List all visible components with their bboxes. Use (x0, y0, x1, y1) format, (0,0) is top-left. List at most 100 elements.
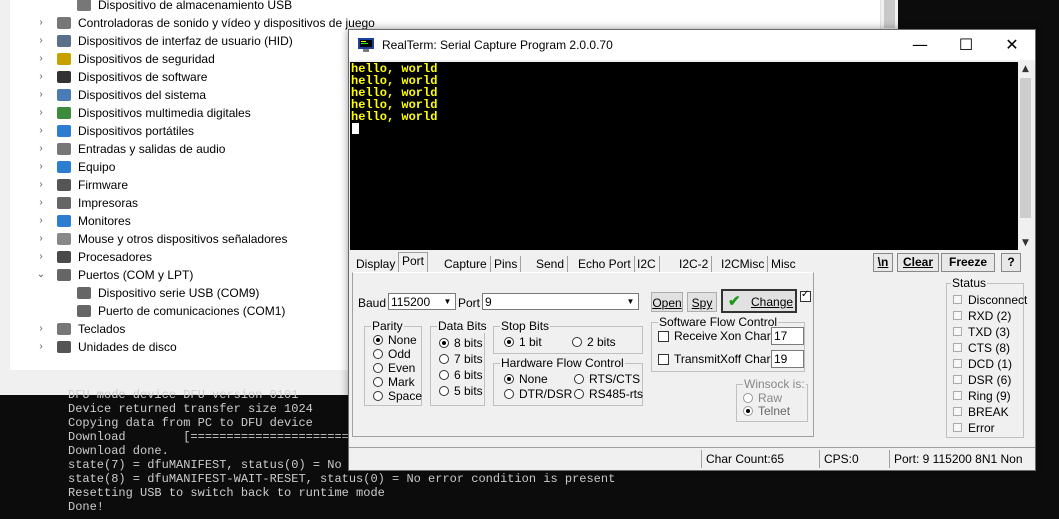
parity-title: Parity (371, 319, 404, 333)
console-line: state(8) = dfuMANIFEST-WAIT-RESET, statu… (68, 472, 616, 486)
chevron-right-icon[interactable]: › (36, 158, 46, 176)
chevron-down-icon[interactable]: ▼ (441, 295, 454, 308)
xoff-label: Xoff Char: (720, 352, 774, 366)
tab-send[interactable]: Send (533, 256, 569, 272)
scrollbar-thumb[interactable] (884, 0, 895, 28)
receive-checkbox[interactable] (658, 331, 669, 342)
device-category-icon (77, 287, 91, 299)
stop-bits-group: Stop Bits 1 bit 2 bits (493, 319, 643, 354)
device-category-icon (57, 89, 71, 101)
tab-i2cmisc[interactable]: I2CMisc (718, 256, 769, 272)
device-category-icon (57, 143, 71, 155)
chevron-right-icon[interactable]: › (36, 32, 46, 50)
freeze-button[interactable]: Freeze (941, 253, 995, 272)
tab-port[interactable]: Port (398, 252, 429, 273)
tree-item-label: Dispositivo de almacenamiento USB (98, 0, 293, 12)
maximize-button[interactable]: ☐ (943, 30, 989, 60)
terminal-cursor (352, 123, 359, 134)
chevron-down-icon[interactable]: ▼ (624, 295, 637, 308)
help-button[interactable]: ? (1001, 253, 1021, 272)
tree-item-label: Monitores (78, 214, 131, 228)
chevron-right-icon[interactable]: › (36, 248, 46, 266)
cps-display: CPS:0 (819, 450, 886, 468)
chevron-right-icon[interactable]: › (36, 230, 46, 248)
port-select[interactable]: 9 ▼ (482, 293, 639, 310)
close-button[interactable]: ✕ (989, 30, 1035, 60)
change-label: Change (751, 295, 794, 309)
device-category-icon (57, 251, 71, 263)
tab-echo-port[interactable]: Echo Port (575, 256, 635, 272)
device-category-icon (57, 179, 71, 191)
tree-item-label: Dispositivos de interfaz de usuario (HID… (78, 34, 293, 48)
spy-button[interactable]: Spy (687, 292, 717, 312)
tab-misc[interactable]: Misc (768, 256, 799, 272)
chevron-right-icon[interactable]: › (36, 122, 46, 140)
stop-bits-title: Stop Bits (500, 319, 551, 333)
port-value: 9 (485, 295, 492, 309)
status-group: Status Disconnect RXD (2) TXD (3) CTS (8… (946, 276, 1027, 438)
newline-button[interactable]: \n (873, 253, 893, 272)
chevron-right-icon[interactable]: › (36, 194, 46, 212)
chevron-right-icon[interactable]: › (36, 86, 46, 104)
tree-item-label: Dispositivos portátiles (78, 124, 195, 138)
tree-item-label: Mouse y otros dispositivos señaladores (78, 232, 288, 246)
device-category-icon (57, 125, 71, 137)
tab-display[interactable]: Display (353, 256, 400, 272)
open-button[interactable]: Open (651, 292, 683, 312)
chevron-right-icon[interactable]: › (36, 320, 46, 338)
baud-select[interactable]: 115200 ▼ (388, 293, 456, 310)
software-flow-group: Software Flow Control Receive Xon Char: … (651, 315, 805, 372)
tree-item-label: Unidades de disco (78, 340, 177, 354)
tree-item-label: Teclados (78, 322, 126, 336)
tree-item-label: Firmware (78, 178, 128, 192)
xon-char-input[interactable]: 17 (771, 327, 804, 345)
char-count: Char Count:65 (701, 450, 816, 468)
terminal-display[interactable]: hello, world hello, world hello, world hell… (350, 62, 1018, 250)
winsock-group: Winsock is: Raw Telnet (736, 377, 808, 422)
data-bits-group: Data Bits 8 bits 7 bits 6 bits 5 bits (430, 319, 488, 406)
transmit-checkbox[interactable] (658, 354, 669, 365)
tree-item-label: Entradas y salidas de audio (78, 142, 226, 156)
tab-i2c-2[interactable]: I2C-2 (676, 256, 713, 272)
chevron-right-icon[interactable]: › (36, 14, 46, 32)
realterm-window: RealTerm: Serial Capture Program 2.0.0.7… (348, 29, 1036, 471)
minimize-button[interactable]: — (897, 30, 943, 60)
terminal-scroll-thumb[interactable] (1020, 78, 1031, 218)
terminal-line: hello, world (351, 110, 438, 124)
chevron-right-icon[interactable]: › (36, 104, 46, 122)
change-button[interactable]: ✔ Change (721, 289, 797, 313)
chevron-right-icon[interactable]: › (36, 50, 46, 68)
window-title: RealTerm: Serial Capture Program 2.0.0.7… (382, 38, 613, 52)
clear-button[interactable]: Clear (897, 253, 939, 272)
chevron-right-icon[interactable]: › (36, 212, 46, 230)
device-category-icon (57, 71, 71, 83)
xoff-char-input[interactable]: 19 (771, 350, 804, 368)
tab-pins[interactable]: Pins (491, 256, 522, 272)
scroll-down-icon[interactable]: ▼ (1018, 236, 1033, 250)
tab-i2c[interactable]: I2C (634, 256, 660, 272)
status-title: Status (951, 276, 988, 290)
chevron-down-icon[interactable]: ⌄ (36, 266, 46, 284)
device-category-icon (57, 215, 71, 227)
title-bar[interactable]: RealTerm: Serial Capture Program 2.0.0.7… (349, 30, 1035, 60)
checkmark-icon: ✔ (728, 293, 741, 310)
parity-group: Parity None Odd Even Mark Space (364, 319, 422, 406)
baud-label: Baud (358, 296, 387, 310)
chevron-right-icon[interactable]: › (36, 338, 46, 356)
chevron-right-icon[interactable]: › (36, 140, 46, 158)
baud-value: 115200 (391, 295, 431, 309)
tree-item-label: Puerto de comunicaciones (COM1) (98, 304, 286, 318)
tree-item-label: Controladoras de sonido y vídeo y dispos… (78, 16, 375, 30)
data-bits-title: Data Bits (437, 319, 488, 333)
tree-item-label: Dispositivos multimedia digitales (78, 106, 251, 120)
tab-capture[interactable]: Capture (441, 256, 491, 272)
terminal-scrollbar[interactable]: ▲ ▼ (1018, 62, 1033, 250)
chevron-right-icon[interactable]: › (36, 176, 46, 194)
scroll-up-icon[interactable]: ▲ (1018, 62, 1033, 76)
change-checkbox[interactable]: ✓ (800, 289, 811, 302)
device-category-icon (57, 35, 71, 47)
tree-item-label: Dispositivo serie USB (COM9) (98, 286, 260, 300)
device-category-icon (57, 197, 71, 209)
chevron-right-icon[interactable]: › (36, 68, 46, 86)
transmit-label: Transmit (674, 352, 721, 366)
